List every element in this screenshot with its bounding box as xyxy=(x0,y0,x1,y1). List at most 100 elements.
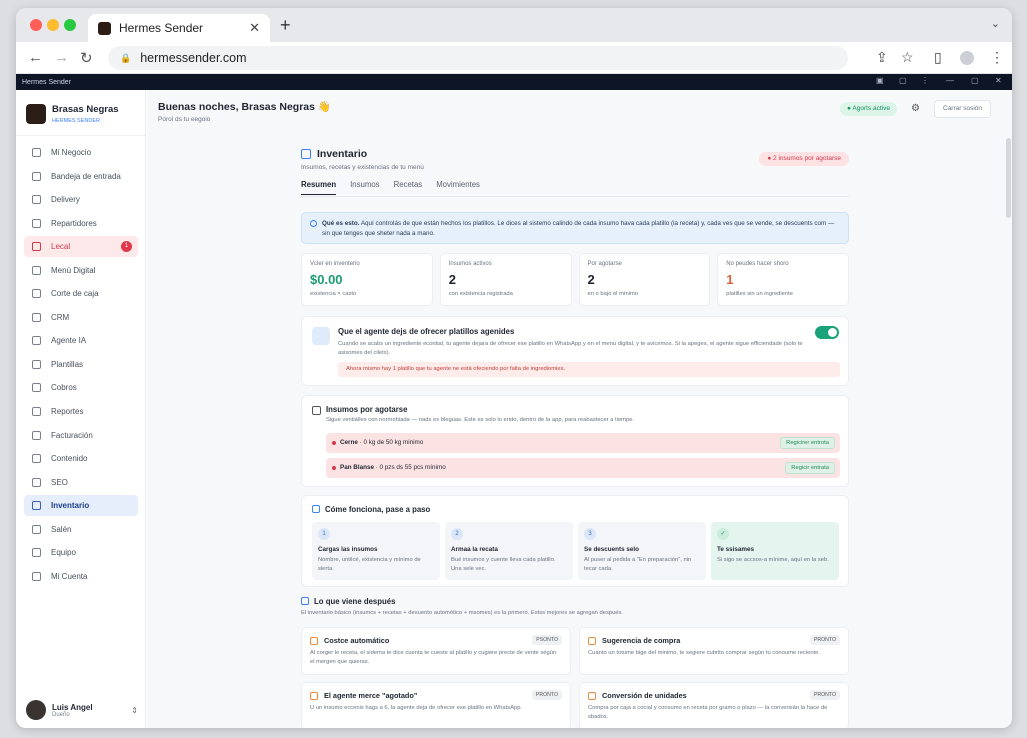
bookmark-star-icon[interactable]: ☆ xyxy=(901,49,914,66)
stat-value: 1 xyxy=(726,272,734,287)
next-subtitle: El inventario básico (insumcs + recetas … xyxy=(301,610,624,616)
sidebar-item-equipo[interactable]: Equipo xyxy=(24,542,138,563)
sidebar-item-crm[interactable]: CRM xyxy=(24,307,138,328)
app-maximize-icon[interactable]: ▢ xyxy=(971,76,979,85)
low-stock-row: Cerne · 0 kg de 50 kg minimo Regicirer e… xyxy=(326,433,840,453)
app-kebab-icon[interactable]: ⋮ xyxy=(921,76,929,85)
sidebar-item-bandeja[interactable]: Bandeja de entrada xyxy=(24,166,138,187)
soon-desc: Cuanto un totume bige del minimo, te seg… xyxy=(588,650,821,656)
chevron-updown-icon: ⇕ xyxy=(131,705,138,715)
steps-icon xyxy=(312,505,320,513)
tab-title: Hermes Sender xyxy=(119,21,204,35)
close-window-button[interactable] xyxy=(30,19,42,31)
brand-sub: HERMES SENDER xyxy=(52,118,100,124)
user-name: Luis Angel xyxy=(52,702,93,712)
sidebar-item-salon[interactable]: Salén xyxy=(24,519,138,540)
sidebar-item-label: Lecal xyxy=(51,242,71,252)
sidebar-item-mi-negocio[interactable]: Mi Negocio xyxy=(24,142,138,163)
url-text: hermessender.com xyxy=(140,51,247,65)
inbox-icon xyxy=(32,171,41,181)
register-entry-button[interactable]: Regicir entrata xyxy=(785,462,835,474)
greeting: Buenas noches, Brasas Negras 👋 xyxy=(158,101,331,113)
sidebar-item-seo[interactable]: SEO xyxy=(24,472,138,493)
menu-kebab-icon[interactable]: ⋮ xyxy=(990,49,1004,66)
header-subtitle: Porol ds tu eegoio xyxy=(158,116,211,123)
sidebar-item-agente-ia[interactable]: Agente IA xyxy=(24,330,138,351)
step-title: Se descuents selo xyxy=(584,546,639,553)
card-title: Insumos por agotarse xyxy=(326,405,408,414)
soon-badge: PSONTO xyxy=(532,635,562,645)
user-menu[interactable]: Luis Angel Dueño ⇕ xyxy=(26,700,138,720)
step-title: Armaa la recata xyxy=(451,546,498,553)
app-close-icon[interactable]: ✕ xyxy=(995,76,1002,85)
sidebar: Brasas Negras HERMES SENDER Mi Negocio B… xyxy=(16,90,146,728)
step-desc: Bué insumos y cuente lleva cada platillo… xyxy=(451,557,556,572)
stat-card: Insumos activos 2 con existencia registrad… xyxy=(439,253,572,306)
sidebar-item-label: CRM xyxy=(51,312,70,322)
close-tab-icon[interactable]: ✕ xyxy=(249,20,260,36)
sidebar-item-cobros[interactable]: Cobros xyxy=(24,377,138,398)
sidebar-item-inventario[interactable]: Inventario xyxy=(24,495,138,517)
account-icon xyxy=(32,571,41,581)
scrollbar[interactable] xyxy=(1006,138,1011,218)
soon-desc: U un insumo eccenis hags a 6, la agente … xyxy=(310,705,523,711)
reload-icon[interactable]: ↻ xyxy=(80,49,93,67)
sidebar-item-mi-cuenta[interactable]: Mi Cuenta xyxy=(24,566,138,587)
app-title: Hermes Sender xyxy=(22,78,72,86)
stop-offering-card: Que el agente dejs de ofrecer platillos … xyxy=(301,316,849,386)
step-desc: Al puser al pedida a "En preparación", n… xyxy=(584,557,692,572)
sidebar-item-label: Repartidores xyxy=(51,218,97,228)
sidepanel-icon[interactable]: ▯ xyxy=(934,49,942,66)
sold-out-icon xyxy=(310,691,318,700)
soon-title: Conversión de unidades xyxy=(588,691,840,700)
gear-icon[interactable]: ⚙ xyxy=(911,103,920,114)
step-title: Cargas las insumos xyxy=(318,546,378,553)
tab-recetas[interactable]: Recetas xyxy=(394,180,423,195)
logout-button[interactable]: Carrar sosión xyxy=(934,100,992,118)
share-icon[interactable]: ⇪ xyxy=(876,49,888,66)
app-control-icon[interactable]: ▣ xyxy=(876,76,884,85)
step-title: Te ssisames xyxy=(717,546,754,553)
maximize-window-button[interactable] xyxy=(64,19,76,31)
step: ✓ Te ssisames Si sigo se accsos-a mínime, … xyxy=(711,522,839,580)
new-tab-icon[interactable]: + xyxy=(280,15,291,36)
sidebar-divider xyxy=(16,135,145,136)
sidebar-item-contenido[interactable]: Contenido xyxy=(24,448,138,469)
stop-offering-toggle[interactable] xyxy=(815,326,839,339)
minimize-window-button[interactable] xyxy=(47,19,59,31)
sidebar-item-facturacion[interactable]: Facturación xyxy=(24,425,138,446)
soon-badge: PRONTO xyxy=(531,690,562,700)
tab-list-chevron-icon[interactable]: ⌄ xyxy=(991,17,1000,30)
app-minimize-icon[interactable]: — xyxy=(946,76,954,85)
sidebar-item-repartidores[interactable]: Repartidores xyxy=(24,213,138,234)
sidebar-item-local[interactable]: Lecal 1 xyxy=(24,236,138,258)
forward-icon[interactable]: → xyxy=(54,49,69,66)
tabs: Resumen Insumos Recetas Movimientes xyxy=(301,180,494,195)
item-qty: · 0 kg de 50 kg minimo xyxy=(357,439,424,446)
sidebar-item-corte-caja[interactable]: Corte de caja xyxy=(24,283,138,304)
steps: 1 Cargas las insumos Nombre, untilcé, exis… xyxy=(312,522,839,580)
next-title-text: Lo que viene después xyxy=(314,597,396,606)
tab-resumen[interactable]: Resumen xyxy=(301,180,337,195)
sidebar-item-label: Delivery xyxy=(51,195,80,205)
stat-label: No peudes hacer shoro xyxy=(726,261,789,267)
back-icon[interactable]: ← xyxy=(28,49,43,66)
stat-card: Vcler en inventerio $0.00 existencia × cas… xyxy=(301,253,433,306)
sidebar-item-menu-digital[interactable]: Menú Digital xyxy=(24,260,138,281)
tab-movimientos[interactable]: Movimientes xyxy=(436,180,480,195)
register-entry-button[interactable]: Regicirer entrota xyxy=(780,437,835,449)
stats-row: Vcler en inventerio $0.00 existencia × cas… xyxy=(301,253,849,306)
brand: Brasas Negras HERMES SENDER xyxy=(26,104,119,124)
brand-logo xyxy=(26,104,46,124)
sidebar-item-reportes[interactable]: Reportes xyxy=(24,401,138,422)
sidebar-item-delivery[interactable]: Delivery xyxy=(24,189,138,210)
how-it-works-card: Cóme fonciona, pase a paso 1 Cargas las i… xyxy=(301,495,849,587)
tab-insumos[interactable]: Insumos xyxy=(350,180,379,195)
url-field[interactable]: 🔒 hermessender.com xyxy=(108,46,848,70)
sidebar-item-plantillas[interactable]: Plantillas xyxy=(24,354,138,375)
next-title: Lo que viene después xyxy=(301,597,395,606)
app-control-icon[interactable]: ▢ xyxy=(899,76,907,85)
profile-icon[interactable] xyxy=(960,51,974,65)
browser-tab[interactable]: Hermes Sender ✕ xyxy=(88,14,270,42)
store-icon xyxy=(32,148,41,157)
